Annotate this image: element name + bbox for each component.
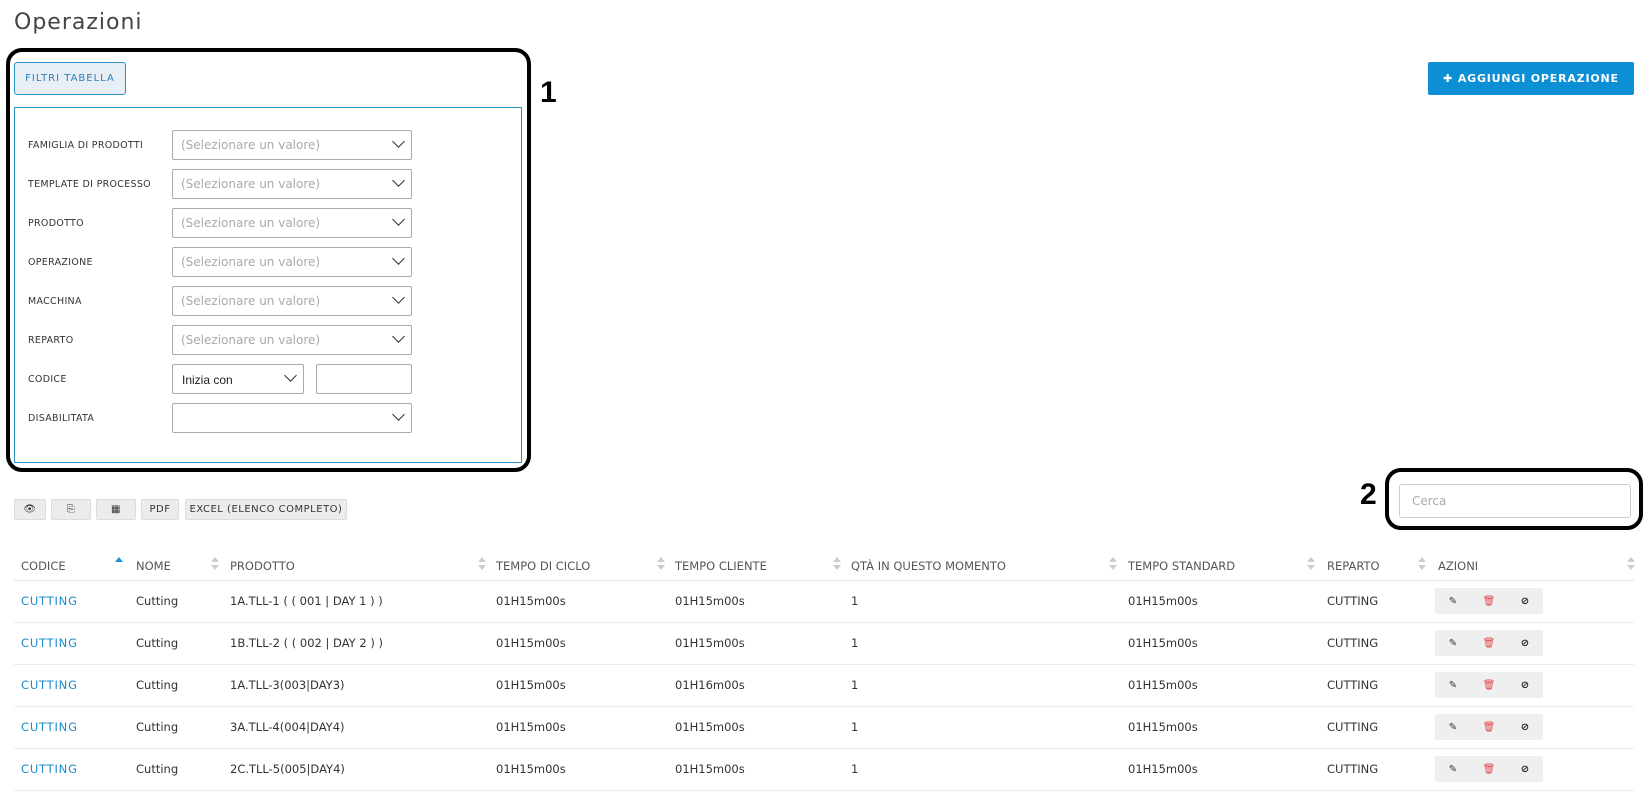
delete-icon[interactable]: 🗑 — [1471, 714, 1507, 740]
row-actions: ✎ 🗑 ⊘ — [1435, 672, 1543, 698]
cell-prodotto: 1B.TLL-2 ( ( 002 | DAY 2 ) ) — [230, 636, 383, 650]
sort-icon[interactable] — [1418, 557, 1426, 571]
table-row: CUTTING Cutting 1A.TLL-1 ( ( 001 | DAY 1… — [14, 581, 1634, 623]
code-link[interactable]: CUTTING — [21, 762, 78, 776]
csv-button[interactable]: ▦ — [96, 499, 136, 520]
grid-icon: ▦ — [111, 504, 121, 515]
cell-prodotto: 1A.TLL-3(003|DAY3) — [230, 678, 345, 692]
cell-tempo-cliente: 01H15m00s — [675, 594, 745, 608]
copy-button[interactable]: ⎘ — [51, 499, 91, 520]
cell-tempo-cliente: 01H15m00s — [675, 762, 745, 776]
delete-icon[interactable]: 🗑 — [1471, 672, 1507, 698]
edit-icon[interactable]: ✎ — [1435, 756, 1471, 782]
eye-icon: 👁 — [23, 504, 37, 515]
cell-prodotto: 3A.TLL-4(004|DAY4) — [230, 720, 345, 734]
cell-reparto: CUTTING — [1327, 636, 1379, 650]
copy-icon: ⎘ — [66, 504, 76, 515]
column-header-prodotto[interactable]: PRODOTTO — [230, 559, 295, 573]
sort-icon[interactable] — [211, 557, 219, 571]
cell-tempo-cliente: 01H15m00s — [675, 720, 745, 734]
code-link[interactable]: CUTTING — [21, 636, 78, 650]
cell-tempo-ciclo: 01H15m00s — [496, 594, 566, 608]
sort-icon[interactable] — [833, 557, 841, 571]
cell-qta: 1 — [851, 678, 859, 692]
cell-nome: Cutting — [136, 762, 179, 776]
column-header-azioni: AZIONI — [1438, 559, 1479, 573]
column-header-nome[interactable]: NOME — [136, 559, 171, 573]
cell-reparto: CUTTING — [1327, 678, 1379, 692]
disable-icon[interactable]: ⊘ — [1507, 756, 1543, 782]
page-title: Operazioni — [14, 10, 143, 35]
cell-nome: Cutting — [136, 678, 179, 692]
row-actions: ✎ 🗑 ⊘ — [1435, 630, 1543, 656]
delete-icon[interactable]: 🗑 — [1471, 588, 1507, 614]
disable-icon[interactable]: ⊘ — [1507, 714, 1543, 740]
edit-icon[interactable]: ✎ — [1435, 588, 1471, 614]
cell-prodotto: 2C.TLL-5(005|DAY4) — [230, 762, 345, 776]
cell-tempo-standard: 01H15m00s — [1128, 636, 1198, 650]
cell-qta: 1 — [851, 636, 859, 650]
excel-button[interactable]: EXCEL (ELENCO COMPLETO) — [185, 499, 347, 520]
code-link[interactable]: CUTTING — [21, 678, 78, 692]
cell-nome: Cutting — [136, 594, 179, 608]
column-header-tempo-standard[interactable]: TEMPO STANDARD — [1128, 559, 1235, 573]
edit-icon[interactable]: ✎ — [1435, 672, 1471, 698]
edit-icon[interactable]: ✎ — [1435, 630, 1471, 656]
cell-nome: Cutting — [136, 720, 179, 734]
add-operation-button[interactable]: ✚ AGGIUNGI OPERAZIONE — [1428, 62, 1634, 95]
cell-prodotto: 1A.TLL-1 ( ( 001 | DAY 1 ) ) — [230, 594, 383, 608]
callout-box-1 — [6, 48, 531, 472]
callout-box-2 — [1385, 468, 1643, 530]
callout-number-2: 2 — [1360, 478, 1377, 511]
edit-icon[interactable]: ✎ — [1435, 714, 1471, 740]
disable-icon[interactable]: ⊘ — [1507, 630, 1543, 656]
column-header-reparto[interactable]: REPARTO — [1327, 559, 1380, 573]
table-row: CUTTING Cutting 2C.TLL-5(005|DAY4) 01H15… — [14, 749, 1634, 791]
pdf-button[interactable]: PDF — [141, 499, 179, 520]
row-actions: ✎ 🗑 ⊘ — [1435, 756, 1543, 782]
disable-icon[interactable]: ⊘ — [1507, 588, 1543, 614]
column-header-codice[interactable]: CODICE — [21, 559, 66, 573]
sort-asc-icon[interactable] — [115, 557, 123, 571]
cell-reparto: CUTTING — [1327, 594, 1379, 608]
cell-reparto: CUTTING — [1327, 762, 1379, 776]
column-header-tempo-cliente[interactable]: TEMPO CLIENTE — [675, 559, 767, 573]
code-link[interactable]: CUTTING — [21, 720, 78, 734]
table-row: CUTTING Cutting 1A.TLL-3(003|DAY3) 01H15… — [14, 665, 1634, 707]
sort-icon[interactable] — [478, 557, 486, 571]
cell-tempo-standard: 01H15m00s — [1128, 762, 1198, 776]
row-actions: ✎ 🗑 ⊘ — [1435, 588, 1543, 614]
cell-tempo-cliente: 01H15m00s — [675, 636, 745, 650]
sort-icon[interactable] — [1307, 557, 1315, 571]
column-header-qta[interactable]: QTÀ IN QUESTO MOMENTO — [851, 559, 1006, 573]
row-actions: ✎ 🗑 ⊘ — [1435, 714, 1543, 740]
sort-icon[interactable] — [657, 557, 665, 571]
delete-icon[interactable]: 🗑 — [1471, 630, 1507, 656]
cell-qta: 1 — [851, 762, 859, 776]
cell-tempo-standard: 01H15m00s — [1128, 594, 1198, 608]
sort-icon[interactable] — [1109, 557, 1117, 571]
column-visibility-button[interactable]: 👁 — [14, 499, 46, 520]
cell-tempo-cliente: 01H16m00s — [675, 678, 745, 692]
disable-icon[interactable]: ⊘ — [1507, 672, 1543, 698]
cell-tempo-standard: 01H15m00s — [1128, 720, 1198, 734]
code-link[interactable]: CUTTING — [21, 594, 78, 608]
cell-tempo-ciclo: 01H15m00s — [496, 720, 566, 734]
callout-number-1: 1 — [540, 76, 557, 109]
cell-qta: 1 — [851, 720, 859, 734]
table-row: CUTTING Cutting 3A.TLL-4(004|DAY4) 01H15… — [14, 707, 1634, 749]
sort-icon[interactable] — [1627, 557, 1635, 571]
cell-tempo-ciclo: 01H15m00s — [496, 678, 566, 692]
cell-tempo-ciclo: 01H15m00s — [496, 636, 566, 650]
delete-icon[interactable]: 🗑 — [1471, 756, 1507, 782]
cell-tempo-ciclo: 01H15m00s — [496, 762, 566, 776]
cell-qta: 1 — [851, 594, 859, 608]
column-header-tempo-ciclo[interactable]: TEMPO DI CICLO — [496, 559, 590, 573]
cell-nome: Cutting — [136, 636, 179, 650]
table-row: CUTTING Cutting 1B.TLL-2 ( ( 002 | DAY 2… — [14, 623, 1634, 665]
cell-reparto: CUTTING — [1327, 720, 1379, 734]
cell-tempo-standard: 01H15m00s — [1128, 678, 1198, 692]
table-header: CODICE NOME PRODOTTO TEMPO DI CICLO TEMP… — [14, 551, 1635, 581]
